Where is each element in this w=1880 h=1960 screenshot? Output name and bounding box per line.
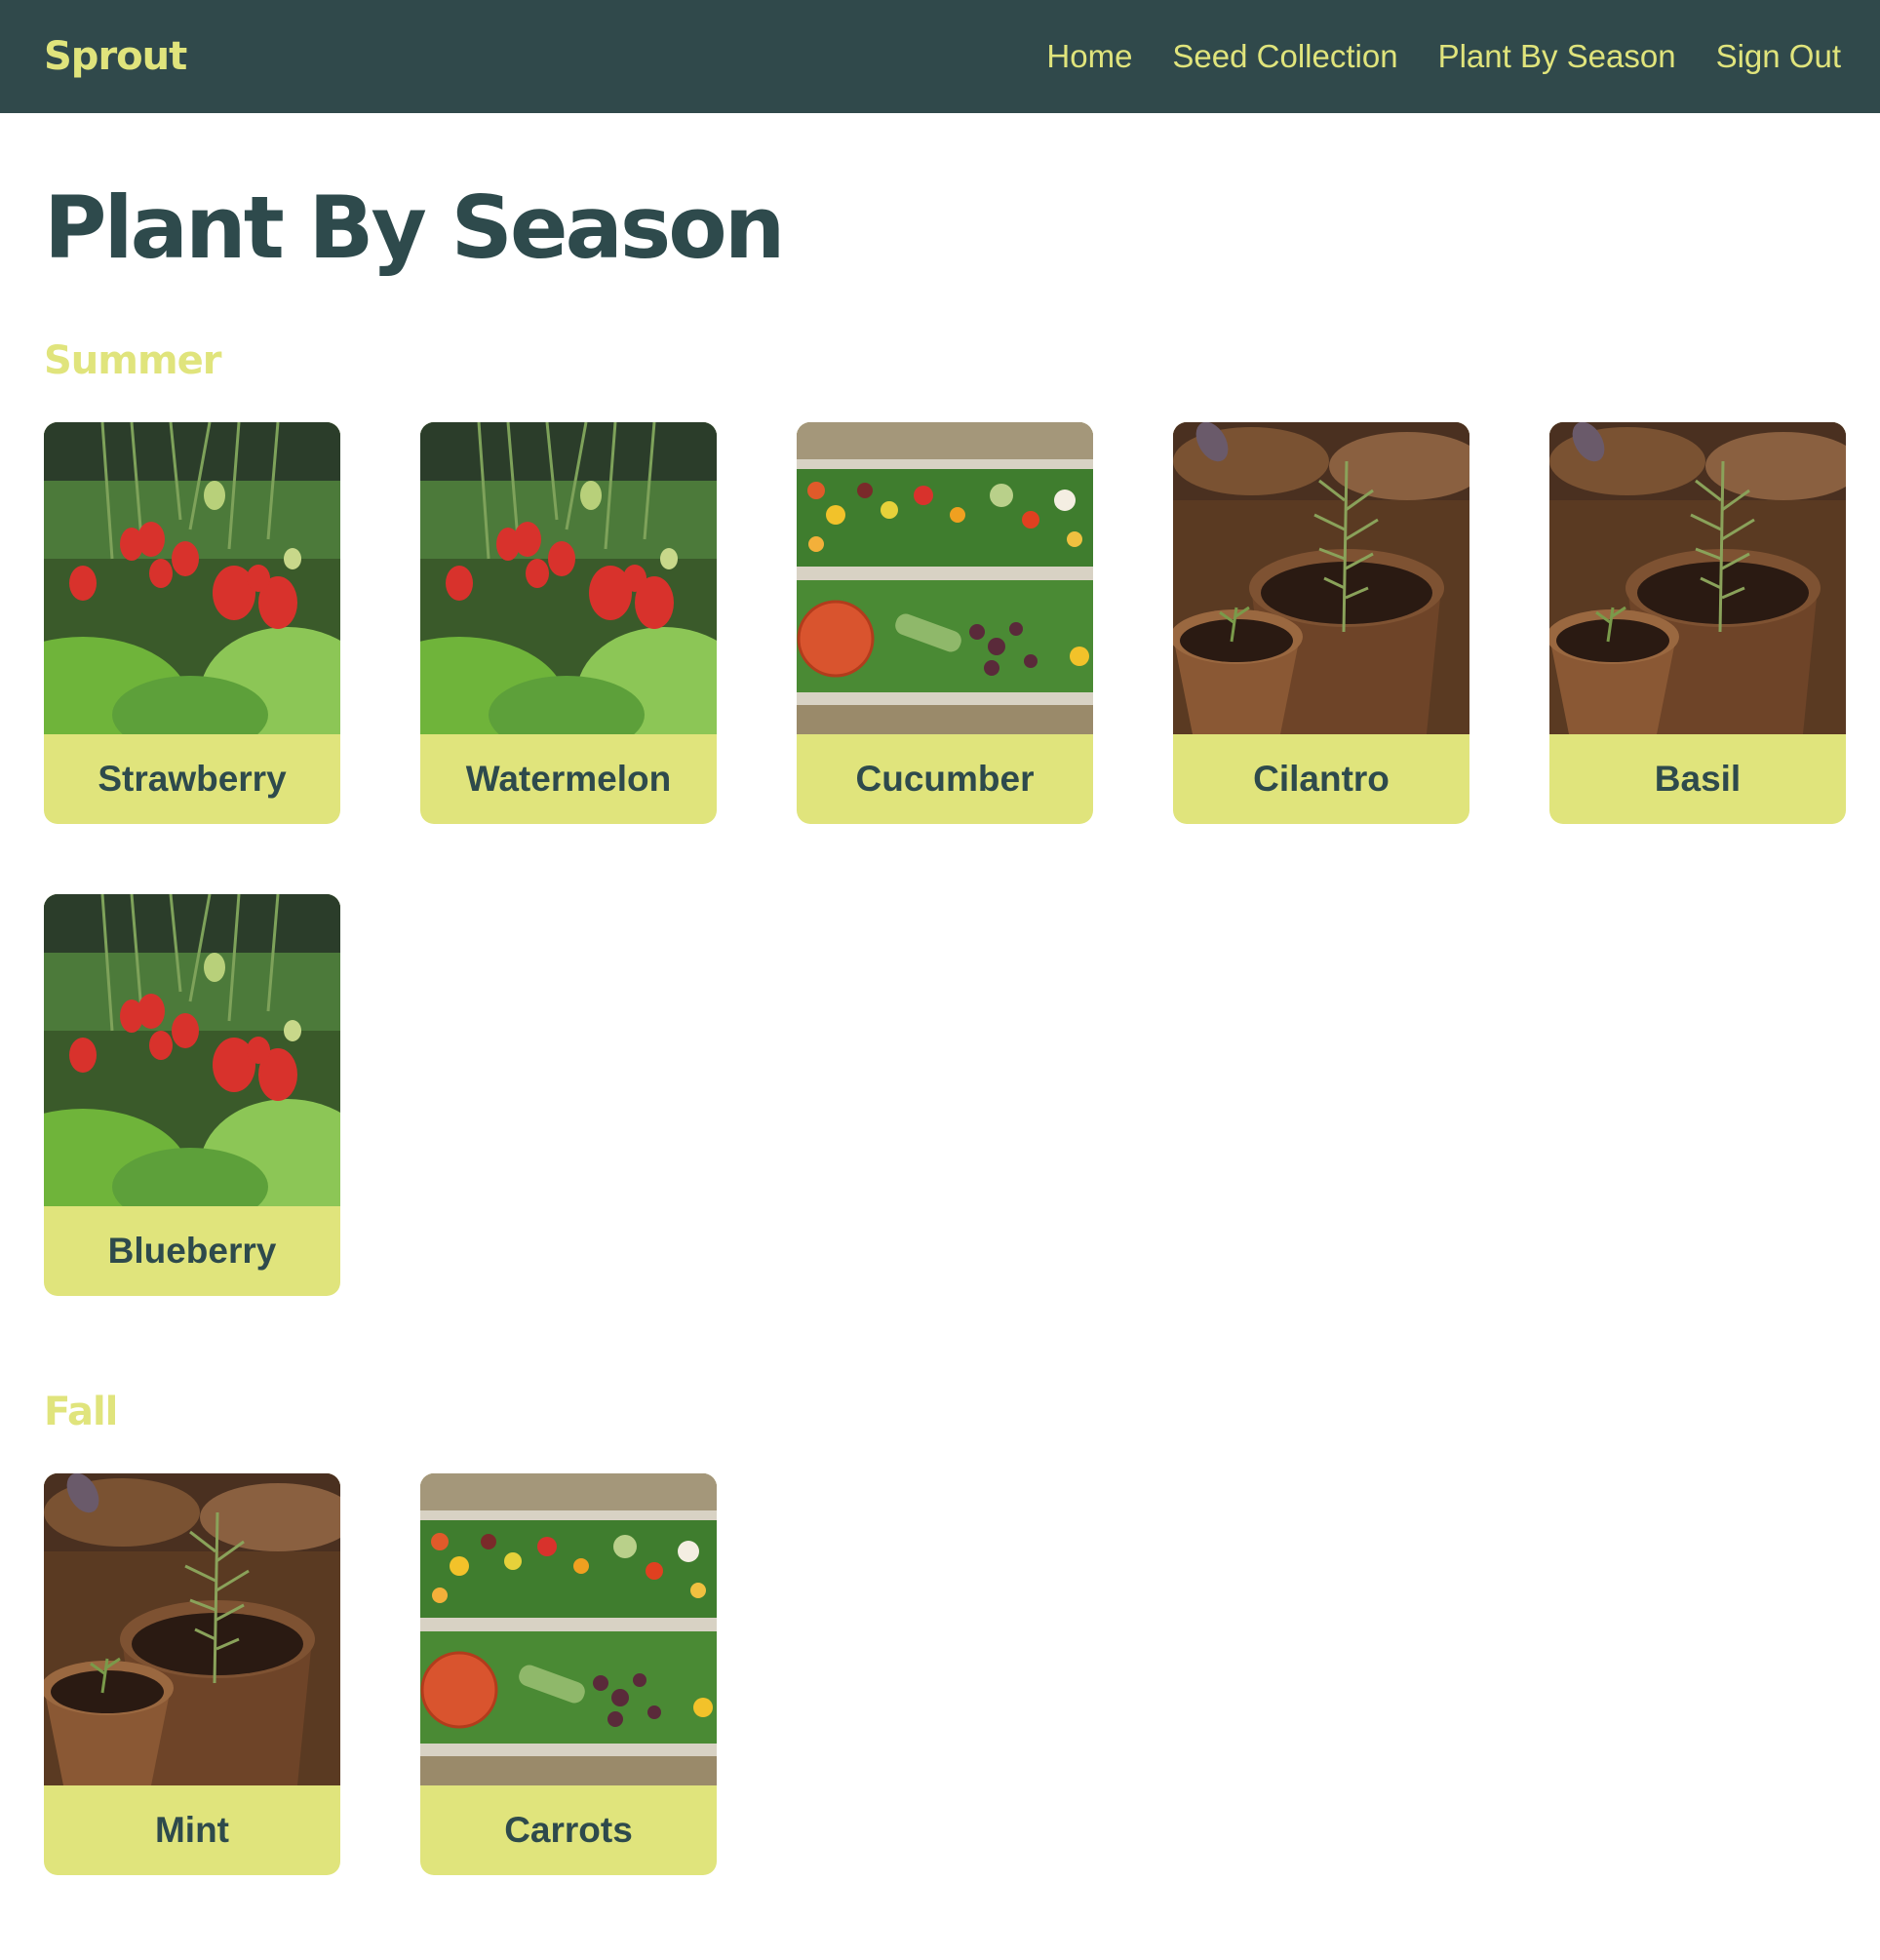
plant-card-label: Watermelon	[465, 758, 672, 799]
seedling-pots-photo	[44, 1473, 340, 1785]
seedling-pots-photo	[1549, 422, 1846, 734]
season-heading-fall: Fall	[44, 1389, 118, 1434]
nav-link-home[interactable]: Home	[1046, 38, 1132, 75]
plant-card-strawberry[interactable]: Strawberry	[44, 421, 340, 824]
plant-card-watermelon[interactable]: Watermelon	[420, 421, 717, 824]
plant-card-basil[interactable]: Basil	[1549, 421, 1846, 824]
plant-card-label: Carrots	[504, 1809, 633, 1850]
strawberry-photo	[420, 422, 717, 734]
nav-link-seed-collection[interactable]: Seed Collection	[1172, 38, 1397, 75]
page-title: Plant By Season	[44, 177, 785, 278]
plant-card-label: Mint	[154, 1809, 230, 1850]
season-section-fall: Fall Mint Carrots	[44, 1390, 1836, 1875]
nav-link-sign-out[interactable]: Sign Out	[1716, 38, 1841, 75]
plant-card-label: Cilantro	[1253, 758, 1390, 799]
main-nav: Home Seed Collection Plant By Season Sig…	[1046, 38, 1841, 75]
plant-card-label: Strawberry	[98, 758, 287, 799]
plant-card-cucumber[interactable]: Cucumber	[797, 421, 1093, 824]
plant-grid-fall: Mint Carrots	[44, 1472, 1836, 1875]
plant-card-cilantro[interactable]: Cilantro	[1173, 421, 1469, 824]
strawberry-photo	[44, 422, 340, 734]
plant-card-label: Basil	[1654, 758, 1742, 799]
plant-card-blueberry[interactable]: Blueberry	[44, 893, 340, 1296]
nav-link-plant-by-season[interactable]: Plant By Season	[1438, 38, 1676, 75]
sprout-logo[interactable]: Sprout	[44, 34, 187, 79]
plant-card-label: Blueberry	[107, 1230, 277, 1271]
vegetable-crate-photo	[797, 422, 1093, 734]
seedling-pots-photo	[1173, 422, 1469, 734]
plant-card-mint[interactable]: Mint	[44, 1472, 340, 1875]
season-heading-summer: Summer	[44, 337, 222, 383]
plant-card-label: Cucumber	[855, 758, 1035, 799]
main-content: Plant By Season Summer Strawberry Waterm…	[0, 177, 1880, 1875]
strawberry-photo	[44, 894, 340, 1206]
vegetable-crate-photo	[420, 1473, 717, 1785]
top-navbar: Sprout Home Seed Collection Plant By Sea…	[0, 0, 1880, 113]
season-section-summer: Summer Strawberry Watermelon Cucumber Ci…	[44, 337, 1846, 1296]
plant-card-carrots[interactable]: Carrots	[420, 1472, 717, 1875]
plant-grid-summer: Strawberry Watermelon Cucumber Cilantro …	[44, 421, 1846, 1296]
